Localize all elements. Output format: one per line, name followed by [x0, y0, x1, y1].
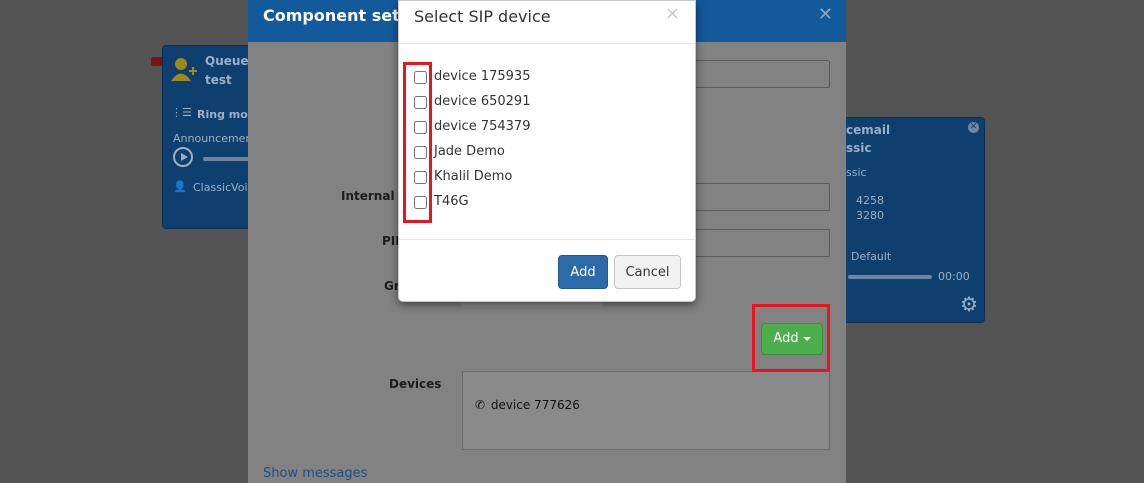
add-button-highlight-box [752, 304, 830, 372]
voicemail-default-label: Default [851, 250, 892, 263]
voicemail-node[interactable]: ✕ cemail ssic ssic 4258 3280 Default 00:… [835, 117, 985, 323]
sip-option-label: device 175935 [434, 69, 531, 84]
sip-option-label: device 754379 [434, 119, 531, 134]
gear-icon[interactable]: ⚙ [960, 292, 978, 316]
close-icon[interactable]: ✕ [818, 4, 833, 25]
device-item[interactable]: ✆ device 777626 [475, 398, 580, 412]
play-icon[interactable] [173, 147, 193, 167]
ring-mode-icon: ⋮☰ [171, 106, 192, 119]
devices-list: ✆ device 777626 [462, 371, 830, 450]
voicemail-line-3: 3280 [856, 209, 884, 222]
sip-option-label: device 650291 [434, 94, 531, 109]
modal-title: Component setti [263, 6, 413, 25]
ring-mode-label: Ring mod [197, 108, 256, 121]
device-name: device 777626 [490, 398, 580, 412]
cancel-button[interactable]: Cancel [614, 255, 681, 289]
header-divider [399, 43, 695, 44]
close-icon[interactable]: × [665, 3, 680, 24]
user-icon: 👤 [173, 180, 187, 193]
voicemail-time: 00:00 [938, 270, 970, 283]
voicemail-node-title: cemail [846, 123, 891, 137]
announcement-label: Announcemen [173, 132, 253, 145]
voicemail-line-2: 4258 [856, 194, 884, 207]
select-sip-device-dialog: Select SIP device × device 175935 device… [398, 0, 696, 302]
phone-icon: ✆ [475, 398, 486, 412]
checkbox-highlight-box [403, 62, 432, 223]
voicemail-line-1: ssic [846, 166, 867, 179]
dialog-title: Select SIP device [414, 7, 551, 26]
voicemail-audio-bar[interactable] [848, 275, 932, 279]
voicemail-node-name: ssic [846, 141, 872, 155]
sip-option-label: Jade Demo [434, 144, 505, 159]
add-button[interactable]: Add [558, 255, 608, 289]
footer-divider [399, 239, 695, 240]
sip-option-label: Khalil Demo [434, 169, 513, 184]
queue-node-title: Queue [205, 54, 249, 68]
show-messages-link[interactable]: Show messages [263, 466, 367, 481]
add-user-icon [171, 58, 197, 81]
sip-option-label: T46G [434, 194, 469, 209]
voice-label: ClassicVoic [193, 181, 254, 194]
queue-node-name: test [205, 73, 232, 87]
devices-label: Devices [389, 377, 442, 391]
close-icon[interactable]: ✕ [968, 122, 979, 133]
